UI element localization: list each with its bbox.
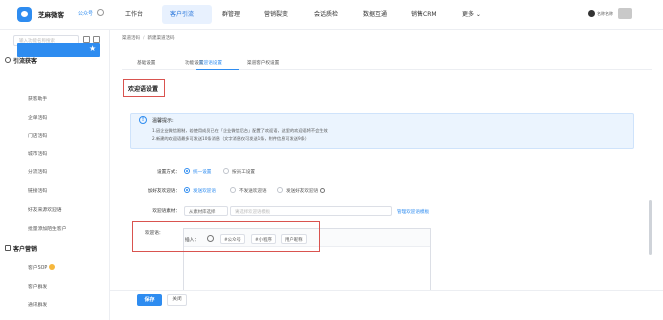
sidebar-item-friend-source-greeting[interactable]: 好友来源欢迎语 [28, 206, 62, 213]
radio-friend-greeting-label[interactable]: 发送好友欢迎语 [286, 188, 326, 194]
tab-channel-customer-settings[interactable]: 渠道客户权设置 [247, 60, 279, 66]
sidebar-item-customer-broadcast[interactable]: 客户群发 [28, 283, 47, 290]
greeting-label: 欢迎语： [145, 231, 164, 236]
user-status-icon [588, 10, 595, 17]
radio-unified[interactable] [184, 168, 190, 174]
sidebar-group-acquisition[interactable]: 引流获客 [13, 56, 37, 65]
material-label: 欢迎语素材： [152, 209, 180, 214]
sidebar-item-label: 客户SOP [28, 266, 48, 271]
app-logo-icon [17, 7, 32, 22]
save-button[interactable]: 保存 [137, 294, 162, 306]
chevron-down-icon: ⌄ [235, 208, 240, 214]
radio-friend-greeting-text: 发送好友欢迎语 [286, 189, 319, 194]
favorite-star-icon[interactable]: ★ [89, 44, 96, 53]
sidebar-item-store-qr[interactable]: 门店活码 [28, 132, 47, 139]
radio-unified-label[interactable]: 统一设置 [193, 169, 211, 175]
sidebar-item-order-qr[interactable]: 企单活码 [28, 114, 47, 121]
radio-no-greeting-label[interactable]: 不发送欢迎语 [239, 188, 267, 194]
setting-mode-label: 设置方式： [157, 170, 180, 175]
sidebar-item-message-broadcast[interactable]: 通讯群发 [28, 301, 47, 308]
tip-line-1: 1.因企业微信限制，若使用成员已在「企业微信后台」配置了欢迎语，这里的欢迎语将不… [152, 128, 328, 133]
emoji-badge-icon [49, 264, 56, 270]
close-button[interactable]: 关闭 [167, 294, 187, 306]
radio-send-greeting[interactable] [184, 187, 190, 193]
nav-group-management[interactable]: 群管理 [222, 9, 240, 18]
nav-customer-acquisition[interactable]: 客户引流 [170, 9, 194, 18]
top-nav-bar: 芝麻微客 公众号 工作台 客户引流 群管理 营销裂变 会话质检 数据互通 销售C… [0, 0, 663, 30]
sidebar-item-city-qr[interactable]: 城市活码 [28, 150, 47, 157]
nav-more[interactable]: 更多 ⌄ [462, 9, 481, 18]
tab-basic-settings[interactable]: 基础设置 [137, 60, 155, 66]
radio-no-greeting[interactable] [230, 187, 236, 193]
acquisition-group-icon [5, 57, 11, 63]
marketing-group-icon [5, 245, 11, 251]
breadcrumb: 渠道活码 / 新建渠道活码 [122, 36, 175, 41]
section-title: 欢迎语设置 [128, 86, 159, 93]
tab-greeting-settings[interactable]: 欢迎语设置 [199, 60, 222, 66]
tip-title: 温馨提示: [152, 118, 174, 124]
nav-data-sync[interactable]: 数据互通 [363, 9, 387, 18]
breadcrumb-parent[interactable]: 渠道活码 [122, 36, 140, 41]
sidebar-item-bulk-add-customers[interactable]: 批量添加陌生客户 [28, 225, 66, 232]
collapse-icon[interactable] [83, 36, 90, 43]
help-icon[interactable] [320, 188, 326, 193]
avatar[interactable] [618, 8, 632, 19]
radio-by-staff[interactable] [223, 168, 229, 174]
info-icon: ! [139, 116, 147, 124]
tip-line-2: 2.新建的欢迎语最多可发送10条消息（文字消息仅可发送1条，附件信息可发送9条） [152, 136, 310, 141]
sidebar-item-channel-qr[interactable]: 渠道活码 [28, 76, 47, 83]
layout-icon[interactable] [93, 36, 100, 43]
friend-greeting-label: 加好友欢迎语： [147, 189, 180, 194]
corp-switcher[interactable]: 公众号 [78, 10, 93, 17]
active-tab-indicator [196, 69, 239, 70]
breadcrumb-current: 新建渠道活码 [147, 36, 175, 41]
nav-workbench[interactable]: 工作台 [125, 9, 143, 18]
nav-session-inspection[interactable]: 会话质检 [314, 9, 338, 18]
radio-send-greeting-label[interactable]: 发送欢迎语 [193, 188, 216, 194]
user-name: 名称名称 [597, 11, 613, 16]
sidebar-item-split-qr[interactable]: 分流活码 [28, 168, 47, 175]
radio-by-staff-label[interactable]: 按员工设置 [232, 169, 255, 175]
sidebar-item-link-qr[interactable]: 链接活码 [28, 187, 47, 194]
chevron-down-icon: ⌄ [189, 208, 194, 214]
sidebar-group-marketing[interactable]: 客户营销 [13, 244, 37, 253]
footer-bar [110, 290, 663, 320]
greeting-highlight-box [132, 221, 320, 252]
nav-marketing[interactable]: 营销裂变 [264, 9, 288, 18]
material-source-select[interactable]: 从素材库选择 ⌄ [184, 206, 228, 216]
nav-sales-crm[interactable]: 销售CRM [411, 9, 437, 18]
switch-icon[interactable] [97, 9, 104, 16]
active-menu-highlight [17, 43, 100, 57]
material-template-select[interactable]: 请选择欢迎语模板 ⌄ [230, 206, 392, 216]
scrollbar[interactable] [649, 200, 652, 255]
manage-template-link[interactable]: 管理欢迎语模板 [397, 209, 429, 215]
radio-friend-greeting[interactable] [277, 187, 283, 193]
sidebar: 输入功能名称搜索 引流获客 ★ 渠道活码 获客助手 企单活码 门店活码 城市活码… [0, 30, 110, 320]
settings-tabs: 基础设置 功能设置 欢迎语设置 渠道客户权设置 [122, 58, 652, 70]
sidebar-item-customer-sop[interactable]: 客户SOP [28, 264, 56, 271]
sidebar-item-acquisition-assistant[interactable]: 获客助手 [28, 95, 47, 102]
brand-name: 芝麻微客 [38, 11, 64, 19]
